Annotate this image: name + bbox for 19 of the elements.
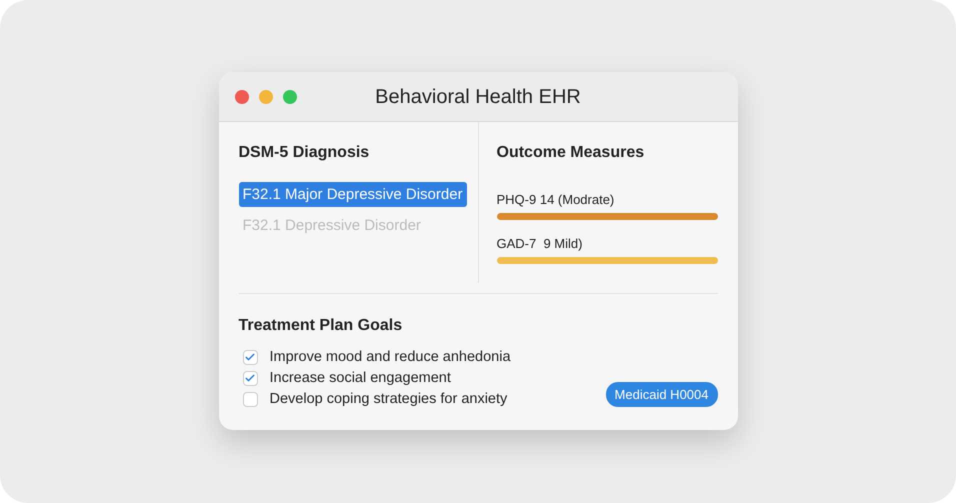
checkbox[interactable] [242,370,258,386]
checkbox[interactable] [242,350,258,364]
measure-label: GAD-7 9 Mild) [496,236,584,251]
check-icon [244,372,256,384]
checkbox[interactable] [242,392,258,406]
window-title: Behavioral Health EHR [375,86,581,109]
section-heading: DSM-5 Diagnosis [238,144,370,162]
section-heading: Treatment Plan Goals [238,317,404,335]
insurance-badge: Medicaid H0004 [606,382,718,407]
measure-label: PHQ-9 14 (Modrate) [496,192,616,207]
goal-label: Improve mood and reduce anhedonia [270,349,511,365]
minimize-icon[interactable] [258,90,272,104]
goal-label: Increase social engagement [270,370,451,386]
goal-label: Develop coping strategies for anxiety [270,391,508,407]
diagnosis-item[interactable]: F32.1 Major Depressive Disorder [238,182,467,207]
close-icon[interactable] [234,90,248,104]
check-icon [244,351,256,363]
section-heading: Outcome Measures [496,144,646,162]
zoom-icon[interactable] [282,90,296,104]
